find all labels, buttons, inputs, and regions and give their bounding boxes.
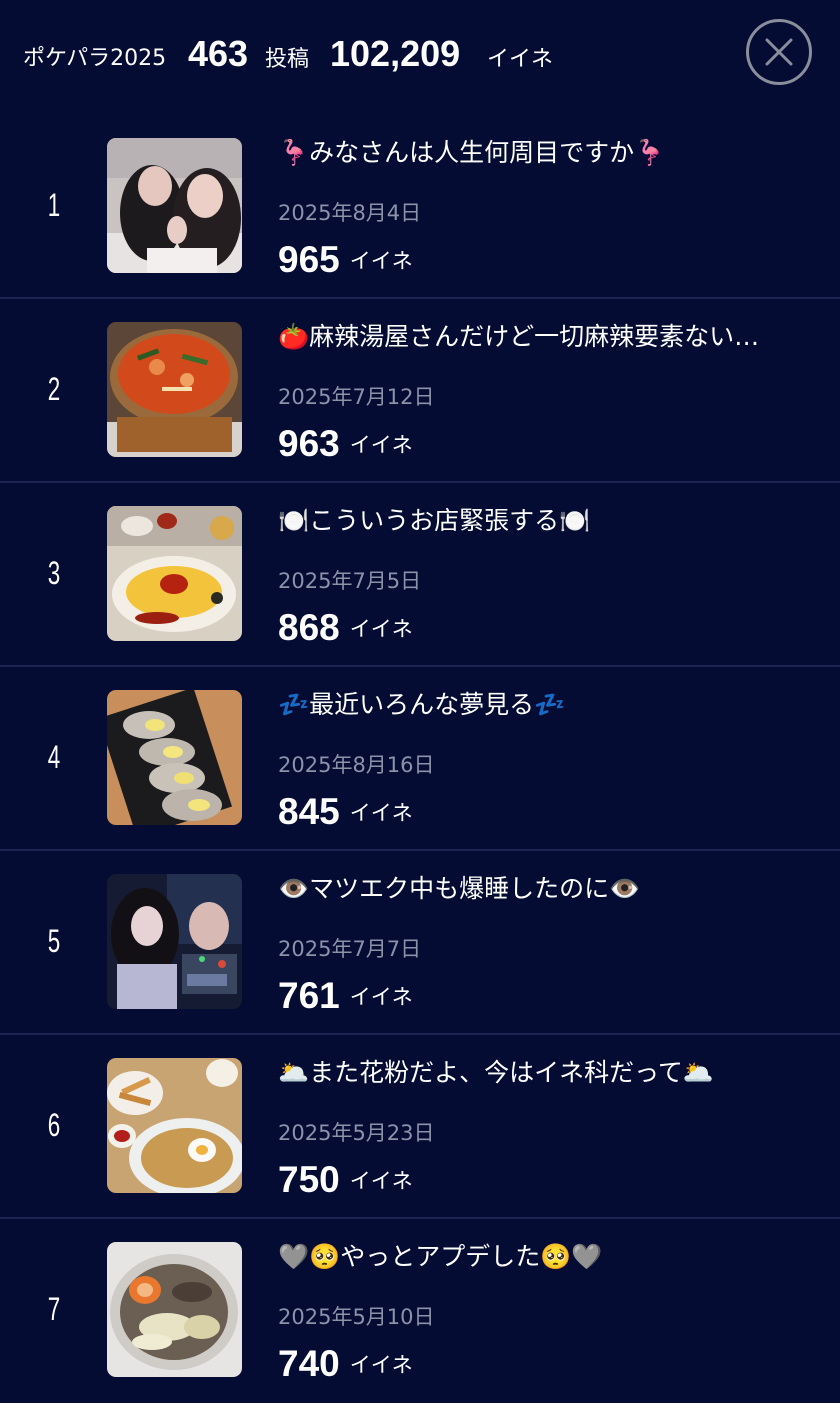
two-people-night-photo	[107, 874, 242, 1009]
post-likes: 868 イイネ	[278, 607, 413, 649]
posts-unit: 投稿	[265, 47, 310, 72]
rank-number: 3	[47, 555, 61, 591]
post-date: 2025年8月16日	[278, 753, 435, 777]
two-people-selfie-photo	[107, 138, 242, 273]
post-likes: 963 イイネ	[278, 423, 413, 465]
rank-number: 4	[47, 739, 61, 775]
rank-number: 5	[47, 923, 61, 959]
post-date: 2025年8月4日	[278, 201, 422, 225]
post-likes: 845 イイネ	[278, 791, 413, 833]
post-thumbnail[interactable]	[107, 138, 242, 273]
ramen-meal-photo	[107, 1058, 242, 1193]
likes-count: 761	[278, 975, 340, 1016]
ranking-row[interactable]: 2 🍅麻辣湯屋さんだけど一切麻辣要素ない… 2025年7月12日 963 イイネ	[0, 299, 840, 483]
post-thumbnail[interactable]	[107, 322, 242, 457]
post-likes: 761 イイネ	[278, 975, 413, 1017]
ranking-row[interactable]: 3 🍽️こういうお店緊張する🍽️ 2025年7月5日 868 イイネ	[0, 483, 840, 667]
post-title: 🦩みなさんは人生何周目ですか🦩	[278, 138, 666, 167]
summary-header: ポケパラ2025 463 投稿 102,209 イイネ	[0, 0, 840, 115]
rank-number: 2	[47, 371, 61, 407]
ranking-row[interactable]: 6 🌥️また花粉だよ、今はイネ科だって🌥️ 2025年5月23日 750 イイネ	[0, 1035, 840, 1219]
hotpot-bowl-photo	[107, 1242, 242, 1377]
post-date: 2025年7月5日	[278, 569, 422, 593]
likes-total: 102,209	[330, 33, 461, 74]
ranking-row[interactable]: 7 🩶🥺やっとアプデした🥺🩶 2025年5月10日 740 イイネ	[0, 1219, 840, 1403]
post-likes: 750 イイネ	[278, 1159, 413, 1201]
likes-unit: イイネ	[349, 1169, 413, 1193]
post-date: 2025年7月12日	[278, 385, 435, 409]
post-thumbnail[interactable]	[107, 1058, 242, 1193]
post-thumbnail[interactable]	[107, 506, 242, 641]
post-date: 2025年5月10日	[278, 1305, 435, 1329]
omurice-plate-photo	[107, 506, 242, 641]
likes-count: 963	[278, 423, 340, 464]
rank-number: 7	[47, 1291, 61, 1327]
post-date: 2025年5月23日	[278, 1121, 435, 1145]
rank-number: 6	[47, 1107, 61, 1143]
post-title: 🍽️こういうお店緊張する🍽️	[278, 506, 591, 535]
posts-count: 463	[188, 33, 249, 74]
tomato-soup-bowl-photo	[107, 322, 242, 457]
post-title: 🩶🥺やっとアプデした🥺🩶	[278, 1242, 603, 1271]
likes-unit: イイネ	[349, 249, 413, 273]
likes-total-unit: イイネ	[487, 47, 554, 72]
post-title: 🍅麻辣湯屋さんだけど一切麻辣要素ない…	[278, 322, 760, 351]
post-title: 🌥️また花粉だよ、今はイネ科だって🌥️	[278, 1058, 715, 1087]
likes-count: 868	[278, 607, 340, 648]
likes-count: 845	[278, 791, 340, 832]
likes-unit: イイネ	[349, 617, 413, 641]
close-icon	[765, 38, 793, 66]
close-button[interactable]	[746, 19, 812, 85]
oysters-platter-photo	[107, 690, 242, 825]
post-thumbnail[interactable]	[107, 690, 242, 825]
post-thumbnail[interactable]	[107, 874, 242, 1009]
post-title: 👁️マツエク中も爆睡したのに👁️	[278, 874, 641, 903]
post-likes: 740 イイネ	[278, 1343, 413, 1385]
likes-unit: イイネ	[349, 985, 413, 1009]
post-likes: 965 イイネ	[278, 239, 413, 281]
likes-unit: イイネ	[349, 433, 413, 457]
ranking-row[interactable]: 4 💤最近いろんな夢見る💤 2025年8月16日 845 イイネ	[0, 667, 840, 851]
ranking-row[interactable]: 1 🦩みなさんは人生何周目ですか🦩 2025年8月4日 965 イイネ	[0, 115, 840, 299]
post-ranking-list: 1 🦩みなさんは人生何周目ですか🦩 2025年8月4日 965 イイネ 2 🍅麻…	[0, 115, 840, 1403]
likes-count: 740	[278, 1343, 340, 1384]
likes-unit: イイネ	[349, 1353, 413, 1377]
rank-number: 1	[47, 187, 61, 223]
post-title: 💤最近いろんな夢見る💤	[278, 690, 566, 719]
likes-unit: イイネ	[349, 801, 413, 825]
ranking-screen: ポケパラ2025 463 投稿 102,209 イイネ 1 🦩みなさんは人生何周…	[0, 0, 840, 1402]
post-date: 2025年7月7日	[278, 937, 422, 961]
likes-count: 750	[278, 1159, 340, 1200]
likes-count: 965	[278, 239, 340, 280]
post-thumbnail[interactable]	[107, 1242, 242, 1377]
ranking-row[interactable]: 5 👁️マツエク中も爆睡したのに👁️ 2025年7月7日 761 イイネ	[0, 851, 840, 1035]
app-year-label: ポケパラ2025	[23, 46, 167, 71]
